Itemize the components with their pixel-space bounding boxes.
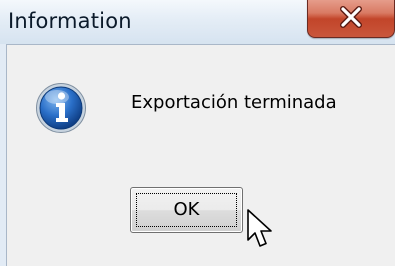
ok-button-label: OK — [173, 199, 200, 220]
information-icon — [36, 83, 86, 133]
close-x-icon — [340, 6, 362, 28]
message-text: Exportación terminada — [131, 92, 337, 113]
information-dialog: Information Exportación terminada OK — [0, 0, 395, 266]
ok-button[interactable]: OK — [130, 187, 243, 233]
close-button[interactable] — [307, 0, 395, 38]
title-bar[interactable]: Information — [0, 0, 395, 44]
mouse-pointer-icon — [247, 209, 272, 247]
dialog-title: Information — [8, 9, 132, 33]
